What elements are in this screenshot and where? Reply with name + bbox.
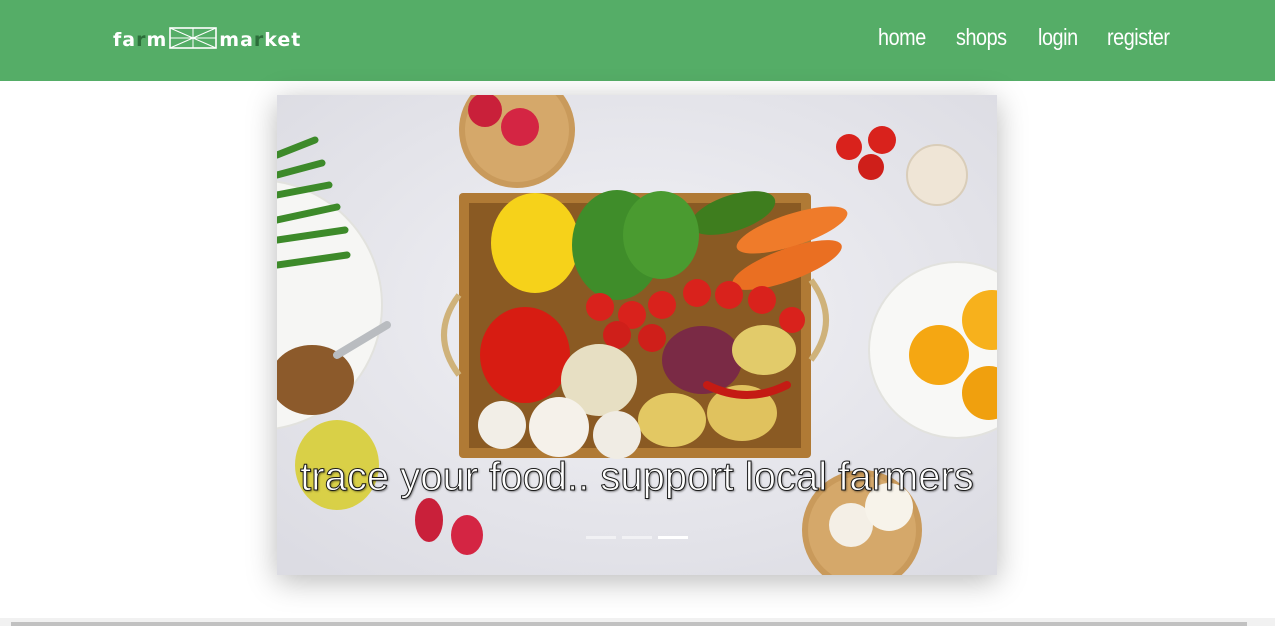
logo-text-1: fa — [113, 29, 137, 51]
main-nav: home shops login register — [878, 24, 1180, 51]
carousel-indicator-3[interactable] — [658, 536, 688, 539]
nav-login-link[interactable]: login — [1038, 24, 1078, 51]
logo-text-3: ma — [219, 29, 254, 51]
nav-register-link[interactable]: register — [1107, 24, 1170, 51]
logo-text-4: ket — [264, 29, 302, 51]
nav-home-link[interactable]: home — [878, 24, 926, 51]
hero-carousel[interactable]: trace your food.. support local farmers — [277, 95, 997, 575]
crate-emblem-icon — [169, 26, 218, 54]
logo-accent-2: r — [253, 29, 265, 51]
logo-text-2: m — [146, 29, 168, 51]
scrollbar-thumb[interactable] — [11, 622, 1247, 626]
vegetables-hero-image — [277, 95, 997, 575]
carousel-indicator-1[interactable] — [586, 536, 616, 539]
brand-logo[interactable]: fa r m ma r ket — [113, 26, 302, 54]
carousel-indicator-2[interactable] — [622, 536, 652, 539]
carousel-indicators — [586, 536, 688, 539]
horizontal-scrollbar[interactable] — [0, 618, 1275, 626]
logo-accent-1: r — [136, 29, 147, 51]
nav-shops-link[interactable]: shops — [956, 24, 1007, 51]
carousel-caption: trace your food.. support local farmers — [300, 455, 975, 500]
navbar: fa r m ma r ket home shops login register — [0, 0, 1275, 81]
